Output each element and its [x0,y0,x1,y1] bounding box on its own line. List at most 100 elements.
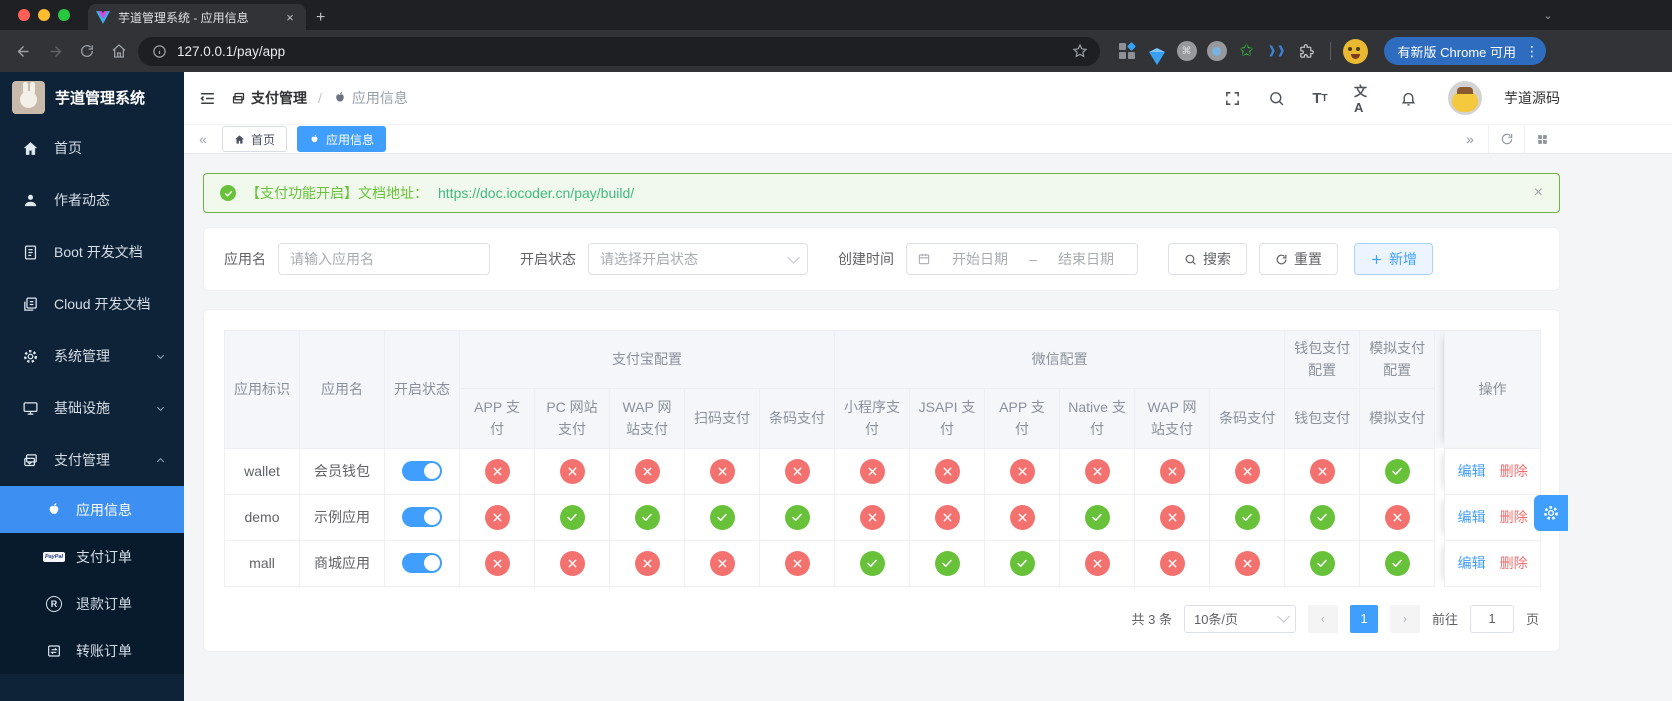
font-size-icon[interactable] [1310,88,1330,108]
new-tab-button[interactable]: + [316,9,325,30]
app-logo-row[interactable]: 芋道管理系统 [0,72,184,122]
sidebar-item-system[interactable]: 系统管理 [0,330,184,382]
user-avatar[interactable] [1448,81,1482,115]
column-header: 扫码支付 [684,387,760,449]
sidebar-item-infrastructure[interactable]: 基础设施 [0,382,184,434]
enabled-toggle[interactable] [402,553,442,574]
sidebar-item-pay-orders[interactable]: PayPal 支付订单 [0,533,184,580]
collapse-sidebar-icon[interactable] [198,89,217,108]
minimize-window-button[interactable] [38,9,50,21]
maximize-window-button[interactable] [58,9,70,21]
status-disabled-icon [1084,550,1110,576]
extension-gem-icon[interactable] [1146,40,1168,65]
browser-tab-strip: 芋道管理系统 - 应用信息 × + ⌄ [0,0,1672,30]
sidebar-item-home[interactable]: 首页 [0,122,184,174]
sidebar-item-payment[interactable]: 支付管理 [0,434,184,486]
goto-label: 前往 [1431,612,1458,628]
reload-icon[interactable] [74,38,100,64]
sidebar-item-cloud-docs[interactable]: Cloud 开发文档 [0,278,184,330]
home-icon[interactable] [106,38,132,64]
chrome-update-button[interactable]: 有新版 Chrome 可用 ⋮ [1383,37,1546,65]
tags-bar: « 首页 应用信息 » [184,124,1672,154]
status-disabled-icon [559,550,585,576]
status-disabled-icon [1234,550,1260,576]
extension-command-icon[interactable]: ⌘ [1176,40,1198,62]
breadcrumb: 支付管理 / 应用信息 [231,88,408,108]
breadcrumb-section[interactable]: 支付管理 [231,88,307,108]
column-header: 条码支付 [758,387,836,449]
delete-link[interactable]: 删除 [1500,509,1528,525]
extension-grid-icon[interactable] [1116,40,1138,62]
browser-tab[interactable]: 芋道管理系统 - 应用信息 × [88,4,306,30]
enabled-toggle[interactable] [402,507,442,528]
edit-link[interactable]: 编辑 [1458,463,1486,479]
tab-close-icon[interactable]: × [282,10,298,25]
chevron-down-icon [787,250,800,264]
address-bar[interactable]: 127.0.0.1/pay/app [138,36,1100,66]
tab-app-info[interactable]: 应用信息 [297,126,387,152]
start-date-placeholder[interactable]: 开始日期 [939,249,1021,269]
tags-scroll-right-icon[interactable]: » [1452,125,1488,153]
status-enabled-icon [1009,550,1035,576]
page-content: 【支付功能开启】文档地址： https://doc.iocoder.cn/pay… [184,154,1672,701]
fullscreen-icon[interactable] [1222,88,1242,108]
search-icon[interactable] [1266,88,1286,108]
next-page-button[interactable]: › [1389,604,1420,633]
translate-icon[interactable]: 文A [1354,84,1374,115]
sidebar-item-boot-docs[interactable]: Boot 开发文档 [0,226,184,278]
tags-scroll-left-icon[interactable]: « [194,131,212,147]
extension-chevrons-icon[interactable]: ❱❱ [1266,40,1288,62]
end-date-placeholder[interactable]: 结束日期 [1045,249,1127,269]
extension-dot-icon[interactable] [1206,40,1228,62]
delete-link[interactable]: 删除 [1500,463,1528,479]
status-enabled-icon [1234,504,1260,530]
app-name-cell: 示例应用 [299,493,385,541]
sidebar-item-transfer-orders[interactable]: 转账订单 [0,627,184,674]
page-size-select[interactable]: 10条/页 [1183,604,1296,633]
date-range-picker[interactable]: 开始日期 – 结束日期 [906,243,1138,275]
enabled-toggle[interactable] [402,461,442,482]
sidebar-item-author[interactable]: 作者动态 [0,174,184,226]
app-logo [12,80,45,114]
status-enabled-icon [1384,458,1410,484]
extensions-puzzle-icon[interactable] [1296,40,1318,62]
forward-icon[interactable] [42,38,68,64]
prev-page-button[interactable]: ‹ [1307,604,1338,633]
alert-close-icon[interactable]: × [1534,184,1543,202]
bookmark-star-icon[interactable] [1072,43,1088,59]
extension-star-icon[interactable]: ✩ [1236,40,1258,62]
status-enabled-icon [784,504,810,530]
search-icon [1184,253,1197,266]
sidebar-item-app-info[interactable]: 应用信息 [0,486,184,533]
status-select[interactable]: 请选择开启状态 [588,243,808,275]
add-button[interactable]: 新增 [1354,243,1433,275]
search-button[interactable]: 搜索 [1168,243,1247,275]
url-text[interactable]: 127.0.0.1/pay/app [177,44,1063,59]
theme-settings-gear-button[interactable] [1534,495,1568,531]
status-disabled-icon [1234,458,1260,484]
bell-icon[interactable] [1398,88,1418,108]
tab-search-chevron-icon[interactable]: ⌄ [1540,7,1556,23]
sidebar-item-refund-orders[interactable]: 退款订单 [0,580,184,627]
back-icon[interactable] [10,38,36,64]
reset-button[interactable]: 重置 [1259,243,1338,275]
status-enabled-icon [559,504,585,530]
username[interactable]: 芋道源码 [1504,88,1560,108]
alert-doc-link[interactable]: https://doc.iocoder.cn/pay/build/ [438,185,634,201]
extensions-area: ⌘ ✩ ❱❱ [1116,40,1318,65]
refresh-tab-icon[interactable] [1488,125,1524,153]
monitor-icon [21,399,39,417]
browser-menu-kebab-icon[interactable]: ⋮ [1524,43,1540,60]
delete-link[interactable]: 删除 [1500,555,1528,571]
close-window-button[interactable] [18,9,30,21]
layout-grid-icon[interactable] [1524,125,1560,153]
current-page-button[interactable]: 1 [1349,604,1378,633]
goto-page-input[interactable] [1469,604,1514,633]
status-select-placeholder: 请选择开启状态 [600,251,698,267]
app-name-input[interactable] [278,243,490,275]
tab-home[interactable]: 首页 [222,126,288,152]
site-info-icon[interactable] [150,38,168,64]
browser-profile-avatar[interactable] [1342,38,1368,64]
edit-link[interactable]: 编辑 [1458,509,1486,525]
edit-link[interactable]: 编辑 [1458,555,1486,571]
